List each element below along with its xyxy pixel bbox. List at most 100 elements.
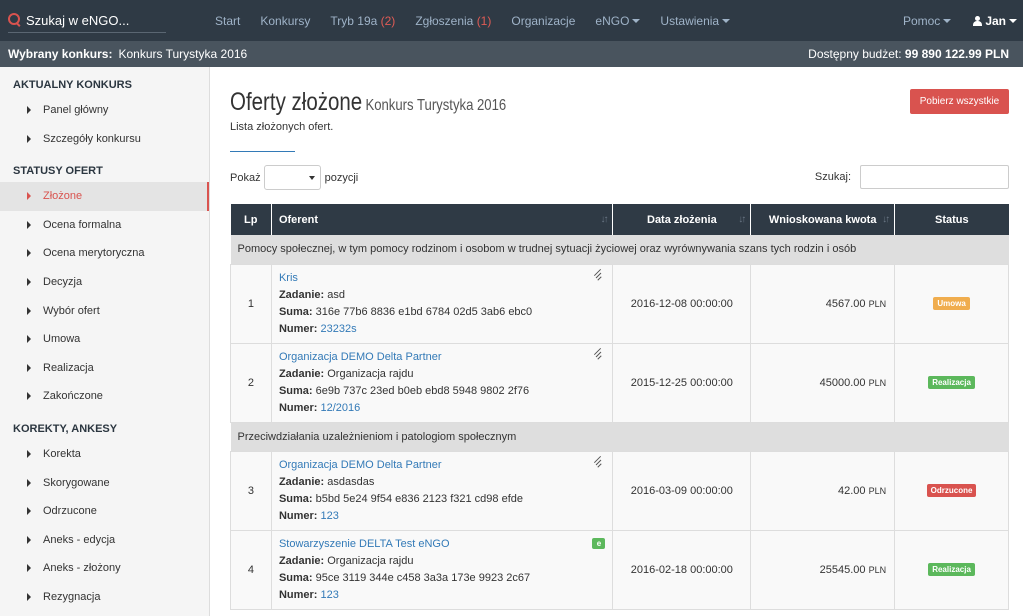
signature-icon xyxy=(593,268,604,281)
nav-item-engo[interactable]: eNGO xyxy=(595,14,641,28)
row-number: 2 xyxy=(230,342,272,423)
download-all-button[interactable]: Pobierz wszystkie xyxy=(910,89,1009,114)
sum-label: Suma: xyxy=(278,492,313,505)
selected-contest-value: Konkurs Turystyka 2016 xyxy=(118,47,248,61)
sidebar-item[interactable]: Złożone xyxy=(0,182,209,211)
sidebar-item[interactable]: Odrzucone xyxy=(0,497,209,526)
user-menu[interactable]: Jan xyxy=(973,14,1017,28)
currency: PLN xyxy=(868,377,887,388)
sort-icon[interactable]: ↓↑ xyxy=(600,214,608,225)
status-cell: Realizacja xyxy=(894,529,1009,610)
nav-count-badge: (1) xyxy=(476,13,492,28)
table-row[interactable]: 3 Organizacja DEMO Delta Partner Zadanie: … xyxy=(230,450,1009,531)
sum-value: 95ce 3119 344e c458 3a3a 173e 9923 2c67 xyxy=(315,571,531,584)
signature-icon xyxy=(593,455,604,468)
submission-date: 2016-12-08 00:00:00 xyxy=(612,263,752,344)
sidebar-item[interactable]: Szczegóły konkursu xyxy=(0,125,209,154)
sidebar-item[interactable]: Zakończone xyxy=(0,382,209,411)
nav-item-zg-oszenia[interactable]: Zgłoszenia (1) xyxy=(415,14,491,28)
nav-item-konkursy[interactable]: Konkursy xyxy=(260,14,310,28)
sidebar-item[interactable]: Rezygnacja xyxy=(0,583,209,612)
number-value[interactable]: 12/2016 xyxy=(321,402,361,414)
sidebar-item[interactable]: Aneks - edycja xyxy=(0,526,209,555)
chevron-down-icon xyxy=(722,19,731,24)
status-badge: Odrzucone xyxy=(926,484,977,497)
page-title: Oferty złożone Konkurs Turystyka 2016 xyxy=(230,88,506,117)
column-header[interactable]: Oferent ↓↑ xyxy=(270,204,613,235)
page-length-control: Pokaż pozycji xyxy=(230,165,358,190)
sidebar-item[interactable]: Ocena formalna xyxy=(0,211,209,240)
table-row[interactable]: 1 Kris Zadanie: asd Suma: 316e 77b6 8836 e1… xyxy=(230,263,1009,344)
number-value[interactable]: 123 xyxy=(321,510,339,522)
sum-value: 6e9b 737c 23ed b0eb ebd8 5948 9802 2f76 xyxy=(315,384,530,397)
status-badge: Realizacja xyxy=(928,376,975,389)
nav-item-start[interactable]: Start xyxy=(215,14,240,28)
search-input[interactable] xyxy=(26,12,156,28)
page-length-select[interactable] xyxy=(263,165,321,190)
column-header[interactable]: Wnioskowana kwota ↓↑ xyxy=(750,204,895,235)
column-header[interactable]: Data złożenia ↓↑ xyxy=(612,204,751,235)
number-value[interactable]: 23232s xyxy=(321,323,357,335)
task-value: Organizacja rajdu xyxy=(327,367,414,380)
status-badge: Realizacja xyxy=(928,563,975,576)
sum-label: Suma: xyxy=(278,305,313,318)
task-line: Zadanie: Organizacja rajdu xyxy=(279,553,606,570)
requested-amount-cell: 4567.00 PLN xyxy=(750,263,896,344)
currency: PLN xyxy=(868,485,887,496)
table-search-input[interactable] xyxy=(860,165,1009,189)
sidebar-item[interactable]: Panel główny xyxy=(0,96,209,125)
sidebar-section-title: KOREKTY, ANKESY xyxy=(13,422,118,435)
user-icon xyxy=(973,15,983,26)
nav-item-organizacje[interactable]: Organizacje xyxy=(511,14,575,28)
offerer-cell: Organizacja DEMO Delta Partner Zadanie: a… xyxy=(270,450,614,531)
nav-item-ustawienia[interactable]: Ustawienia xyxy=(660,14,731,28)
budget-label: Dostępny budżet: xyxy=(808,47,902,61)
task-label: Zadanie: xyxy=(278,475,325,488)
task-value: asdasdas xyxy=(327,475,375,488)
offerer-link[interactable]: Organizacja DEMO Delta Partner xyxy=(279,459,442,471)
currency: PLN xyxy=(868,298,887,309)
chevron-down-icon xyxy=(632,19,641,24)
signature-icon xyxy=(593,347,604,360)
number-label: Numer: xyxy=(278,588,318,601)
table-row[interactable]: 2 Organizacja DEMO Delta Partner Zadanie: … xyxy=(230,342,1009,423)
number-line: Numer: 123 xyxy=(279,508,606,525)
offerer-link[interactable]: Stowarzyszenie DELTA Test eNGO xyxy=(279,538,450,550)
main-content: Oferty złożone Konkurs Turystyka 2016 Lis… xyxy=(230,67,1009,616)
number-value[interactable]: 123 xyxy=(321,589,339,601)
sum-line: Suma: 95ce 3119 344e c458 3a3a 173e 9923… xyxy=(279,570,606,587)
task-line: Zadanie: asd xyxy=(279,287,606,304)
sidebar-item[interactable]: Wybór ofert xyxy=(0,297,209,326)
offers-table: Lp Oferent ↓↑ Data złożenia ↓↑ Wnioskowana kw… xyxy=(230,204,1009,610)
table-header: Lp Oferent ↓↑ Data złożenia ↓↑ Wnioskowana kw… xyxy=(230,204,1009,235)
right-nav: Pomoc Jan xyxy=(881,0,1017,41)
sidebar-item[interactable]: Korekta xyxy=(0,440,209,469)
table-row[interactable]: 4 Stowarzyszenie DELTA Test eNGO e Zadanie:… xyxy=(230,529,1009,610)
column-header-label: Status xyxy=(934,213,969,226)
sidebar-item[interactable]: Ocena merytoryczna xyxy=(0,239,209,268)
sort-icon[interactable]: ↓↑ xyxy=(738,214,746,225)
sidebar-item[interactable]: Decyzja xyxy=(0,268,209,297)
sidebar-item[interactable]: Skorygowane xyxy=(0,469,209,498)
chevron-down-icon xyxy=(943,19,952,24)
offerer-cell: Organizacja DEMO Delta Partner Zadanie: O… xyxy=(270,342,614,423)
column-header-label: Oferent xyxy=(278,213,319,226)
search-box[interactable] xyxy=(8,8,166,33)
nav-item-label: Zgłoszenia xyxy=(415,13,474,28)
help-menu[interactable]: Pomoc xyxy=(902,13,952,28)
sidebar-item[interactable]: Aneks - złożony xyxy=(0,554,209,583)
nav-item-tryb-19a[interactable]: Tryb 19a (2) xyxy=(330,14,395,28)
nav-item-label: Organizacje xyxy=(511,13,576,28)
help-label: Pomoc xyxy=(902,13,941,28)
column-header-label: Wnioskowana kwota xyxy=(768,213,877,226)
sidebar-item[interactable]: Umowa xyxy=(0,325,209,354)
nav-item-label: Konkursy xyxy=(260,13,311,28)
offerer-link[interactable]: Kris xyxy=(279,272,298,284)
status-badge: Umowa xyxy=(933,297,970,310)
sort-icon[interactable]: ↓↑ xyxy=(882,214,890,225)
sum-line: Suma: b5bd 5e24 9f54 e836 2123 f321 cd98… xyxy=(279,491,606,508)
task-line: Zadanie: Organizacja rajdu xyxy=(279,366,606,383)
sidebar-item[interactable]: Realizacja xyxy=(0,354,209,383)
offerer-link[interactable]: Organizacja DEMO Delta Partner xyxy=(279,351,442,363)
row-number: 3 xyxy=(230,450,272,531)
